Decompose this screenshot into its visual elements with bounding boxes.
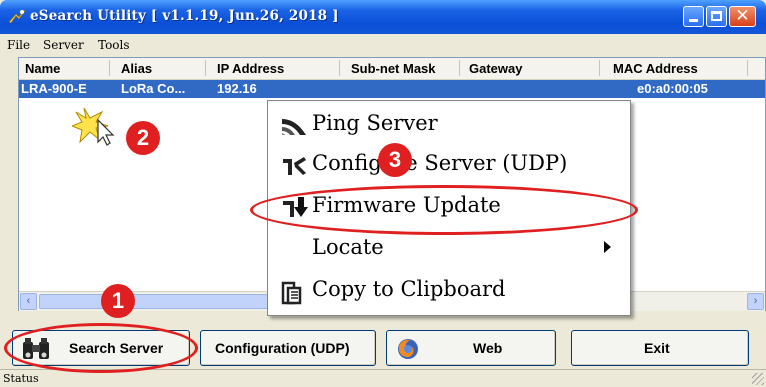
- menu-file[interactable]: File: [7, 38, 30, 52]
- menu-item-ping-server[interactable]: Ping Server: [268, 105, 630, 145]
- highlight-firmware-update: [250, 185, 638, 235]
- click-burst-icon: [72, 107, 115, 146]
- configure-icon: [283, 157, 306, 175]
- col-alias[interactable]: Alias: [121, 61, 152, 76]
- highlight-search-server: [4, 323, 198, 373]
- menu-item-label: Locate: [312, 235, 384, 259]
- menu-item-label: Copy to Clipboard: [312, 277, 506, 301]
- step-badge-2: 2: [126, 121, 160, 155]
- exit-label: Exit: [644, 340, 670, 356]
- col-gateway[interactable]: Gateway: [469, 61, 522, 76]
- step-badge-1: 1: [101, 284, 135, 318]
- cell-mac: e0:a0:00:05: [637, 81, 708, 96]
- menu-item-label: Configure Server (UDP): [312, 151, 568, 175]
- col-divider[interactable]: [747, 60, 748, 76]
- col-divider[interactable]: [109, 60, 110, 76]
- minimize-icon: [689, 19, 698, 22]
- maximize-icon: [711, 11, 722, 21]
- col-divider[interactable]: [339, 60, 340, 76]
- menu-item-label: Ping Server: [312, 111, 438, 135]
- web-button[interactable]: Web: [386, 330, 556, 366]
- chevron-left-icon: ‹: [26, 295, 31, 307]
- app-icon: [8, 9, 26, 24]
- list-header: Name Alias IP Address Sub-net Mask Gatew…: [19, 58, 765, 80]
- clipboard-icon: [281, 281, 302, 305]
- menu-item-locate[interactable]: Locate: [268, 229, 630, 269]
- window-title: eSearch Utility [ v1.1.19, Jun.26, 2018 …: [30, 8, 339, 24]
- web-label: Web: [473, 340, 503, 356]
- col-divider[interactable]: [599, 60, 600, 76]
- chevron-right-icon: ›: [753, 295, 758, 307]
- submenu-arrow-icon: [604, 241, 611, 253]
- title-bar[interactable]: eSearch Utility [ v1.1.19, Jun.26, 2018 …: [0, 0, 766, 34]
- col-name[interactable]: Name: [25, 61, 60, 76]
- browser-icon: [398, 339, 418, 359]
- close-button[interactable]: ✕: [729, 6, 756, 27]
- col-divider[interactable]: [205, 60, 206, 76]
- minimize-button[interactable]: [683, 6, 704, 27]
- step-badge-3: 3: [378, 143, 412, 177]
- menu-bar: File Server Tools: [0, 34, 766, 56]
- esearch-window: eSearch Utility [ v1.1.19, Jun.26, 2018 …: [0, 0, 766, 387]
- scroll-right-button[interactable]: ›: [747, 293, 764, 310]
- menu-server[interactable]: Server: [43, 38, 84, 52]
- cell-name: LRA-900-E: [21, 81, 87, 96]
- configuration-udp-label: Configuration (UDP): [215, 340, 350, 356]
- col-ip-address[interactable]: IP Address: [217, 61, 284, 76]
- status-text: Status: [3, 372, 39, 385]
- cell-ip: 192.16: [217, 81, 257, 96]
- scroll-left-button[interactable]: ‹: [20, 293, 37, 310]
- menu-item-configure-server[interactable]: Configure Server (UDP): [268, 145, 630, 185]
- resize-grip-icon[interactable]: [752, 373, 764, 385]
- col-mac-address[interactable]: MAC Address: [613, 61, 698, 76]
- maximize-button[interactable]: [706, 6, 727, 27]
- ping-icon: [282, 119, 306, 135]
- cell-alias: LoRa Co...: [121, 81, 186, 96]
- col-divider[interactable]: [459, 60, 460, 76]
- exit-button[interactable]: Exit: [571, 330, 749, 366]
- configuration-udp-button[interactable]: Configuration (UDP): [200, 330, 376, 366]
- menu-tools[interactable]: Tools: [98, 38, 130, 52]
- table-row[interactable]: LRA-900-E LoRa Co... 192.16 e0:a0:00:05: [19, 80, 765, 98]
- menu-item-copy-to-clipboard[interactable]: Copy to Clipboard: [268, 271, 630, 311]
- close-icon: ✕: [735, 6, 750, 26]
- col-subnet-mask[interactable]: Sub-net Mask: [351, 61, 436, 76]
